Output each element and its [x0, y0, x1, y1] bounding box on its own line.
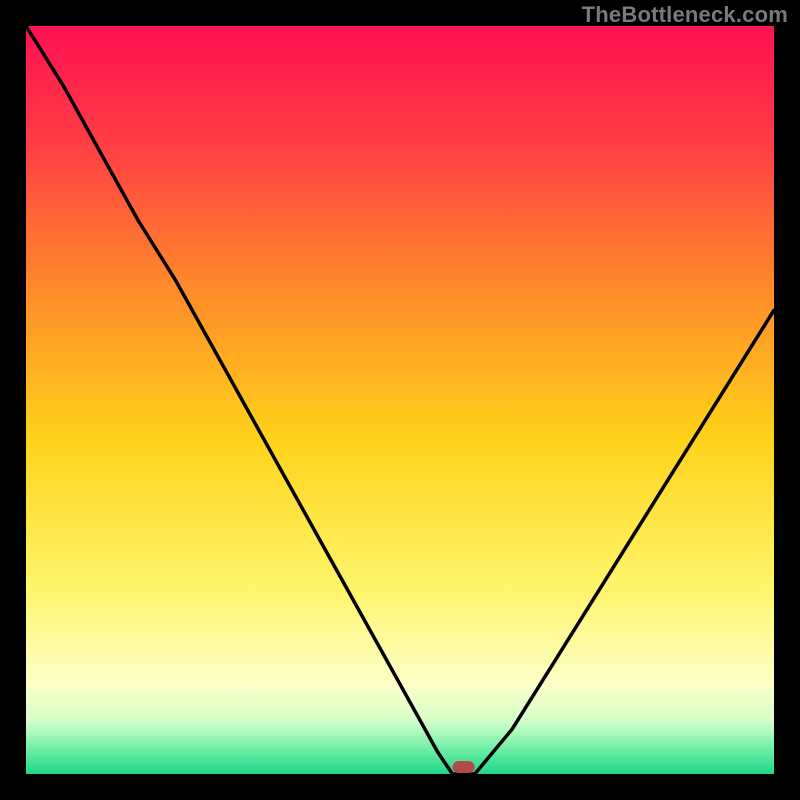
optimum-marker — [453, 761, 475, 773]
plot-area — [26, 26, 774, 774]
bottleneck-chart — [0, 0, 800, 800]
attribution-text: TheBottleneck.com — [582, 2, 788, 28]
